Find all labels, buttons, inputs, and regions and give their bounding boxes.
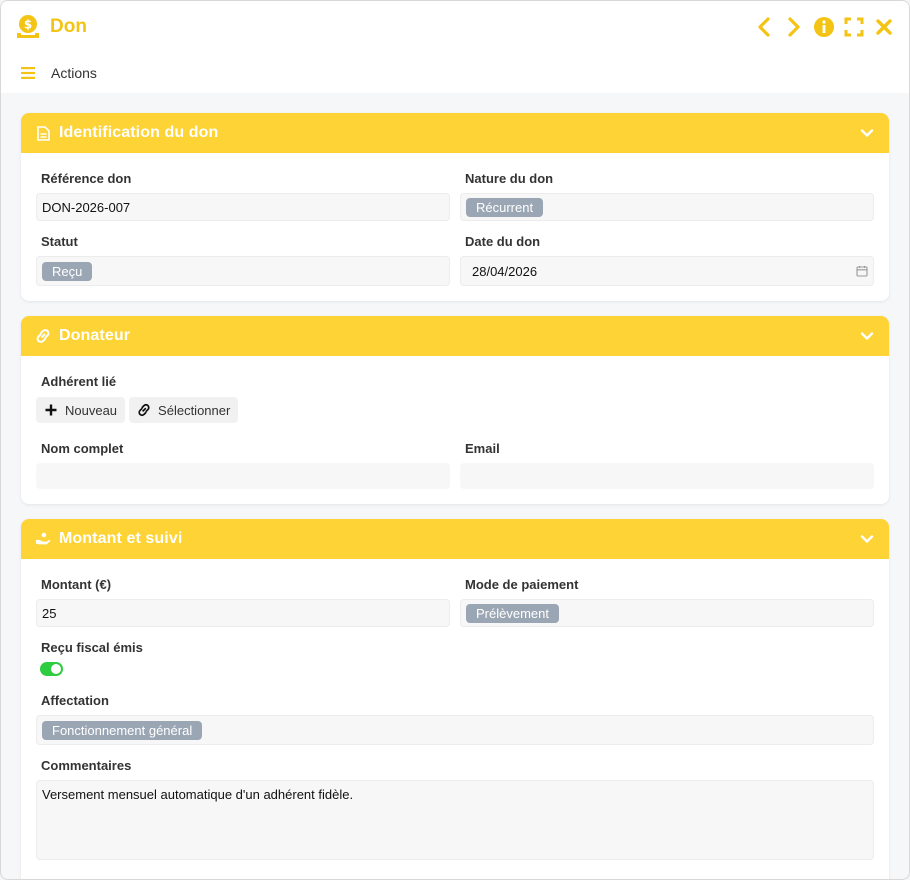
window-title: Don (50, 16, 87, 37)
section-montant-header[interactable]: Montant et suivi (21, 519, 889, 559)
info-icon (814, 17, 834, 37)
chevron-right-icon (788, 17, 800, 37)
section-donateur-header[interactable]: Donateur (21, 316, 889, 356)
selectionner-label: Sélectionner (158, 402, 231, 418)
recu-label: Reçu fiscal émis (41, 640, 143, 655)
section-montant: Montant et suivi Montant (€) 25 Mode de … (21, 519, 889, 879)
info-button[interactable] (813, 16, 835, 38)
statut-select[interactable]: Reçu (36, 256, 450, 286)
section-identification: Identification du don Référence don DON-… (21, 113, 889, 301)
menu-bar: Actions (1, 53, 909, 93)
mode-chip: Prélèvement (466, 603, 559, 623)
date-value: 28/04/2026 (472, 263, 538, 279)
section-donateur: Donateur Adhérent lié Nouveau Sélectionn… (21, 316, 889, 504)
link-icon (138, 403, 150, 417)
hand-coin-icon (35, 531, 51, 547)
link-icon (35, 328, 51, 344)
hamburger-icon[interactable] (21, 67, 35, 79)
previous-button[interactable] (753, 16, 775, 38)
fullscreen-button[interactable] (843, 16, 865, 38)
money-bag-icon: $ (17, 15, 39, 38)
form-content: Identification du don Référence don DON-… (1, 93, 909, 879)
title-bar: $ Don (1, 1, 909, 53)
email-label: Email (465, 441, 500, 456)
selectionner-button[interactable]: Sélectionner (129, 397, 239, 423)
affectation-select[interactable]: Fonctionnement général (36, 715, 874, 745)
next-button[interactable] (783, 16, 805, 38)
affectation-label: Affectation (41, 693, 109, 708)
reference-label: Référence don (41, 171, 132, 186)
actions-menu[interactable]: Actions (51, 65, 97, 81)
nature-select[interactable]: Récurrent (460, 193, 874, 221)
nature-chip: Récurrent (466, 197, 544, 217)
adherent-label: Adhérent lié (41, 374, 117, 389)
close-button[interactable] (873, 16, 895, 38)
section-montant-body: Montant (€) 25 Mode de paiement Prélèvem… (21, 559, 889, 879)
nom-input[interactable] (36, 463, 450, 489)
section-identification-header[interactable]: Identification du don (21, 113, 889, 153)
chevron-down-icon[interactable] (859, 328, 875, 344)
title-actions (753, 16, 895, 38)
close-icon (876, 19, 892, 35)
commentaires-label: Commentaires (41, 758, 132, 773)
chevron-down-icon[interactable] (859, 125, 875, 141)
mode-select[interactable]: Prélèvement (460, 599, 874, 627)
section-title: Montant et suivi (59, 530, 183, 547)
mode-label: Mode de paiement (465, 577, 579, 592)
recu-toggle[interactable] (40, 662, 63, 676)
plus-icon (45, 404, 57, 416)
statut-label: Statut (41, 234, 78, 249)
chevron-down-icon[interactable] (859, 531, 875, 547)
nature-label: Nature du don (465, 171, 554, 186)
reference-input[interactable]: DON-2026-007 (36, 193, 450, 221)
calendar-icon[interactable] (856, 265, 868, 277)
montant-input[interactable]: 25 (36, 599, 450, 627)
date-label: Date du don (465, 234, 541, 249)
nom-label: Nom complet (41, 441, 124, 456)
date-input[interactable]: 28/04/2026 (460, 256, 874, 286)
section-identification-body: Référence don DON-2026-007 Nature du don… (21, 153, 889, 301)
window: $ Don Actions Identification du don Réfé… (0, 0, 910, 880)
affectation-chip: Fonctionnement général (42, 720, 203, 740)
fullscreen-icon (844, 17, 864, 37)
document-icon (35, 125, 51, 141)
adherent-actions: Nouveau Sélectionner (36, 397, 874, 423)
nouveau-label: Nouveau (65, 402, 118, 418)
nouveau-button[interactable]: Nouveau (36, 397, 126, 423)
montant-label: Montant (€) (41, 577, 112, 592)
chevron-left-icon (758, 17, 770, 37)
section-title: Donateur (59, 327, 131, 344)
commentaires-textarea[interactable]: Versement mensuel automatique d'un adhér… (36, 780, 874, 860)
svg-text:$: $ (24, 18, 32, 32)
section-donateur-body: Adhérent lié Nouveau Sélectionner Nom co… (21, 356, 889, 504)
statut-chip: Reçu (42, 261, 93, 281)
section-title: Identification du don (59, 124, 219, 141)
email-input[interactable] (460, 463, 874, 489)
